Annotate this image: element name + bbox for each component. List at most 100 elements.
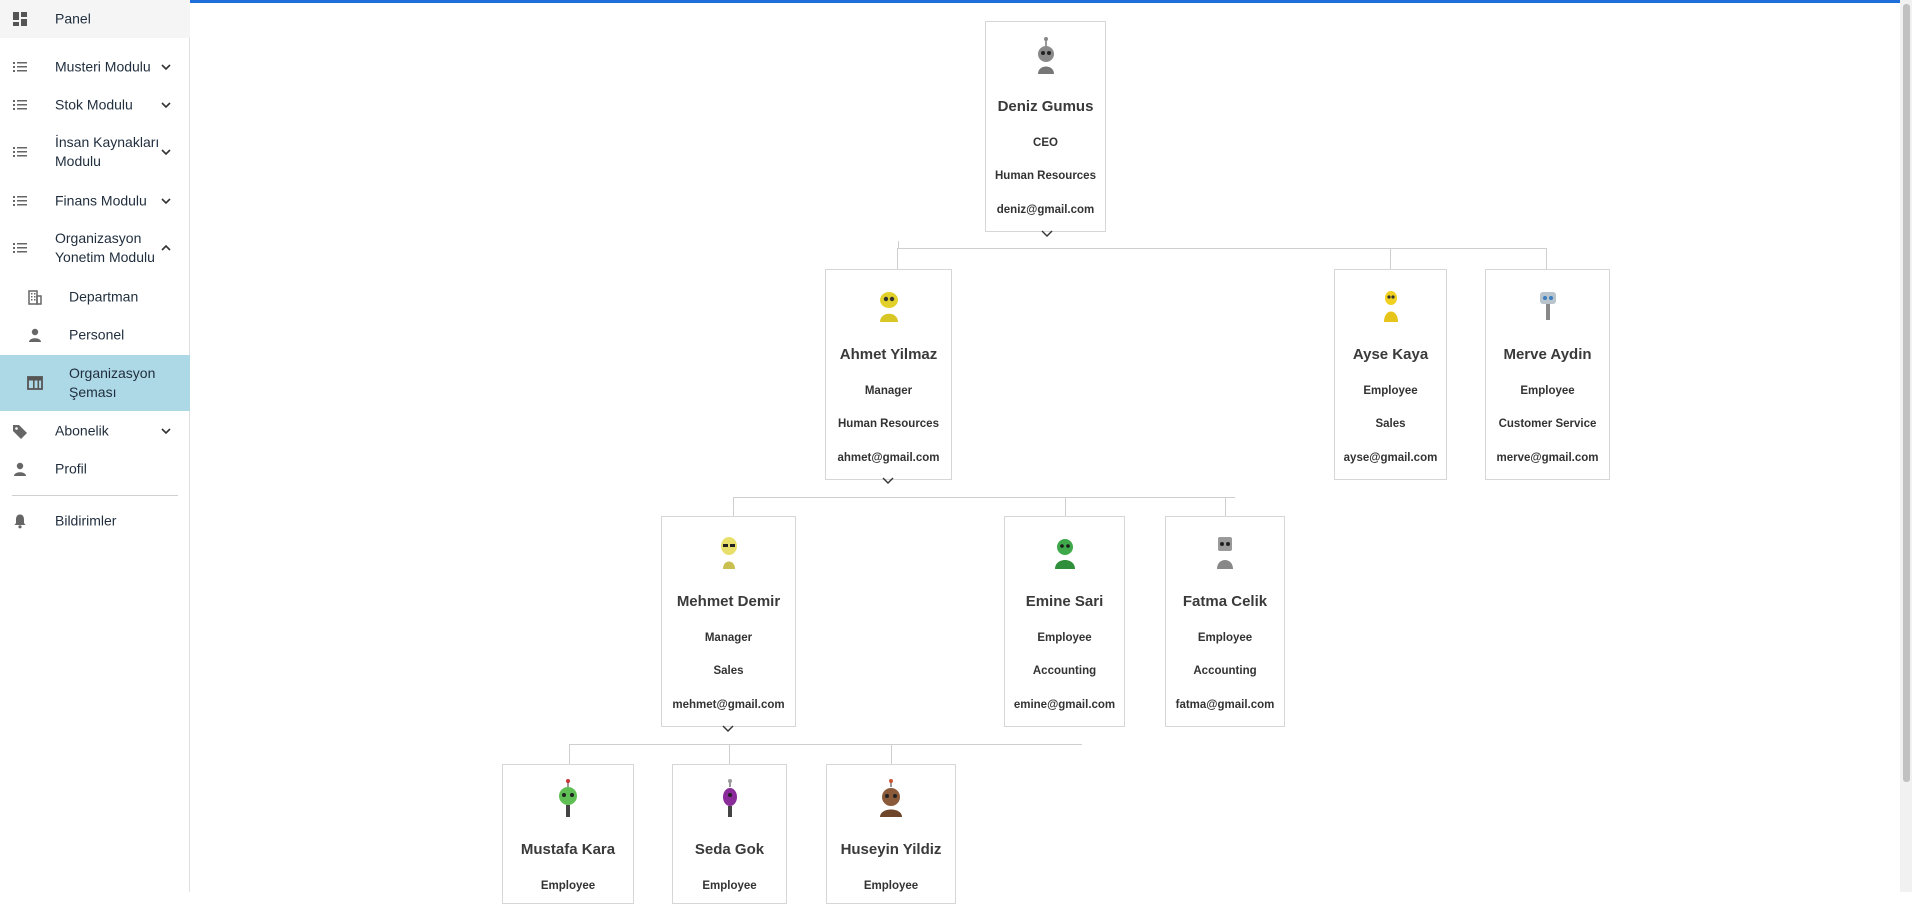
sidebar-item-panel[interactable]: Panel — [0, 0, 190, 38]
employee-department: Sales — [1375, 418, 1406, 430]
employee-role: Employee — [863, 880, 919, 892]
connector-line — [729, 744, 730, 764]
employee-email: fatma@gmail.com — [1175, 699, 1275, 711]
connector-line — [1390, 248, 1391, 269]
employee-name: Mehmet Demir — [676, 593, 781, 610]
robot-avatar-icon — [879, 292, 898, 322]
list-icon — [13, 147, 27, 157]
robot-avatar-icon — [720, 537, 737, 569]
employee-role: Employee — [1363, 385, 1418, 397]
employee-role: Manager — [864, 385, 913, 397]
robot-avatar-icon — [1037, 37, 1054, 74]
sidebar-item-organizasyon[interactable]: Organizasyon Yonetim Modulu — [0, 222, 190, 274]
sidebar-item-finans[interactable]: Finans Modulu — [0, 182, 190, 220]
sidebar-item-abonelik[interactable]: Abonelik — [0, 412, 190, 450]
employee-department: Customer Service — [1498, 418, 1597, 430]
employee-name: Merve Aydin — [1503, 346, 1592, 363]
collapse-toggle-icon[interactable] — [722, 725, 734, 733]
tag-icon — [13, 425, 27, 439]
org-node-huseyin-yildiz[interactable]: Huseyin Yildiz Employee — [826, 764, 956, 904]
collapse-toggle-icon[interactable] — [1041, 230, 1053, 238]
list-icon — [13, 243, 27, 253]
vertical-scrollbar[interactable] — [1900, 0, 1912, 892]
sidebar-item-bildirimler[interactable]: Bildirimler — [0, 502, 190, 540]
table-icon — [27, 376, 43, 390]
sidebar-item-musteri[interactable]: Musteri Modulu — [0, 48, 190, 86]
sidebar: Panel Musteri Modulu Stok Modulu İnsan K… — [0, 0, 190, 892]
sidebar-item-label: Abonelik — [55, 422, 109, 439]
robot-avatar-icon — [1539, 292, 1556, 320]
employee-name: Huseyin Yildiz — [840, 841, 942, 858]
connector-line — [1546, 248, 1547, 269]
employee-department: Accounting — [1193, 665, 1257, 677]
employee-department: Human Resources — [838, 418, 939, 430]
connector-line — [897, 248, 1546, 249]
collapse-toggle-icon[interactable] — [882, 477, 894, 485]
building-icon — [28, 290, 42, 305]
sidebar-item-label: Musteri Modulu — [55, 58, 151, 75]
sidebar-item-stok[interactable]: Stok Modulu — [0, 86, 190, 124]
sidebar-item-personel[interactable]: Personel — [0, 316, 190, 354]
employee-role: Manager — [704, 632, 753, 644]
sidebar-item-profil[interactable]: Profil — [0, 450, 190, 488]
employee-role: Employee — [1037, 632, 1092, 644]
connector-line — [569, 744, 1082, 745]
employee-name: Emine Sari — [1025, 593, 1104, 610]
connector-line — [1225, 497, 1226, 517]
employee-name: Mustafa Kara — [520, 841, 616, 858]
org-node-deniz-gumus[interactable]: Deniz Gumus CEO Human Resources deniz@gm… — [985, 21, 1106, 232]
employee-department: Accounting — [1032, 665, 1097, 677]
sidebar-item-label: Finans Modulu — [55, 192, 147, 209]
chevron-up-icon[interactable] — [160, 242, 172, 254]
dashboard-icon — [13, 12, 27, 26]
employee-email: merve@gmail.com — [1496, 452, 1599, 464]
employee-name: Ahmet Yilmaz — [839, 346, 938, 363]
org-node-fatma-celik[interactable]: Fatma Celik Employee Accounting fatma@gm… — [1165, 516, 1285, 727]
org-node-merve-aydin[interactable]: Merve Aydin Employee Customer Service me… — [1485, 269, 1610, 480]
employee-email: mehmet@gmail.com — [672, 699, 785, 711]
sidebar-item-label: Bildirimler — [55, 512, 117, 529]
org-node-emine-sari[interactable]: Emine Sari Employee Accounting emine@gma… — [1004, 516, 1125, 727]
employee-role: Employee — [1520, 385, 1575, 397]
person-icon — [29, 328, 41, 342]
robot-avatar-icon — [880, 779, 902, 817]
employee-name: Ayse Kaya — [1352, 346, 1429, 363]
employee-role: Employee — [1197, 632, 1253, 644]
sidebar-item-label: Stok Modulu — [55, 96, 133, 113]
sidebar-item-label: Panel — [55, 10, 91, 27]
org-node-ahmet-yilmaz[interactable]: Ahmet Yilmaz Manager Human Resources ahm… — [825, 269, 952, 480]
connector-line — [733, 497, 734, 517]
employee-department: Human Resources — [995, 170, 1096, 182]
sidebar-item-label: Organizasyon Şeması — [69, 365, 156, 400]
sidebar-item-departman[interactable]: Departman — [0, 278, 190, 316]
connector-line — [569, 744, 570, 764]
employee-email: deniz@gmail.com — [996, 204, 1095, 216]
employee-role: Employee — [540, 880, 596, 892]
sidebar-item-organizasyon-semasi[interactable]: Organizasyon Şeması — [0, 355, 190, 411]
employee-email: ahmet@gmail.com — [837, 452, 940, 464]
org-node-mustafa-kara[interactable]: Mustafa Kara Employee — [502, 764, 634, 904]
chevron-down-icon[interactable] — [160, 146, 172, 158]
robot-avatar-icon — [1054, 539, 1075, 569]
org-node-mehmet-demir[interactable]: Mehmet Demir Manager Sales mehmet@gmail.… — [661, 516, 796, 727]
employee-role: CEO — [1033, 137, 1058, 149]
chevron-down-icon[interactable] — [160, 99, 172, 111]
scrollbar-thumb[interactable] — [1903, 4, 1910, 782]
connector-line — [733, 497, 1235, 498]
employee-role: Employee — [702, 880, 757, 892]
employee-name: Seda Gok — [694, 841, 765, 858]
employee-name: Fatma Celik — [1182, 593, 1268, 610]
list-icon — [13, 100, 27, 110]
chevron-down-icon[interactable] — [160, 425, 172, 437]
chevron-down-icon[interactable] — [160, 195, 172, 207]
connector-line — [897, 248, 898, 269]
sidebar-item-insan-kaynaklari[interactable]: İnsan Kaynakları Modulu — [0, 126, 190, 178]
org-node-ayse-kaya[interactable]: Ayse Kaya Employee Sales ayse@gmail.com — [1334, 269, 1447, 480]
connector-line — [891, 744, 892, 764]
sidebar-item-label: İnsan Kaynakları Modulu — [55, 134, 160, 169]
sidebar-item-label: Organizasyon Yonetim Modulu — [55, 230, 155, 265]
sidebar-item-label: Profil — [55, 460, 87, 477]
chevron-down-icon[interactable] — [160, 61, 172, 73]
org-node-seda-gok[interactable]: Seda Gok Employee — [672, 764, 787, 904]
employee-email: emine@gmail.com — [1013, 699, 1116, 711]
